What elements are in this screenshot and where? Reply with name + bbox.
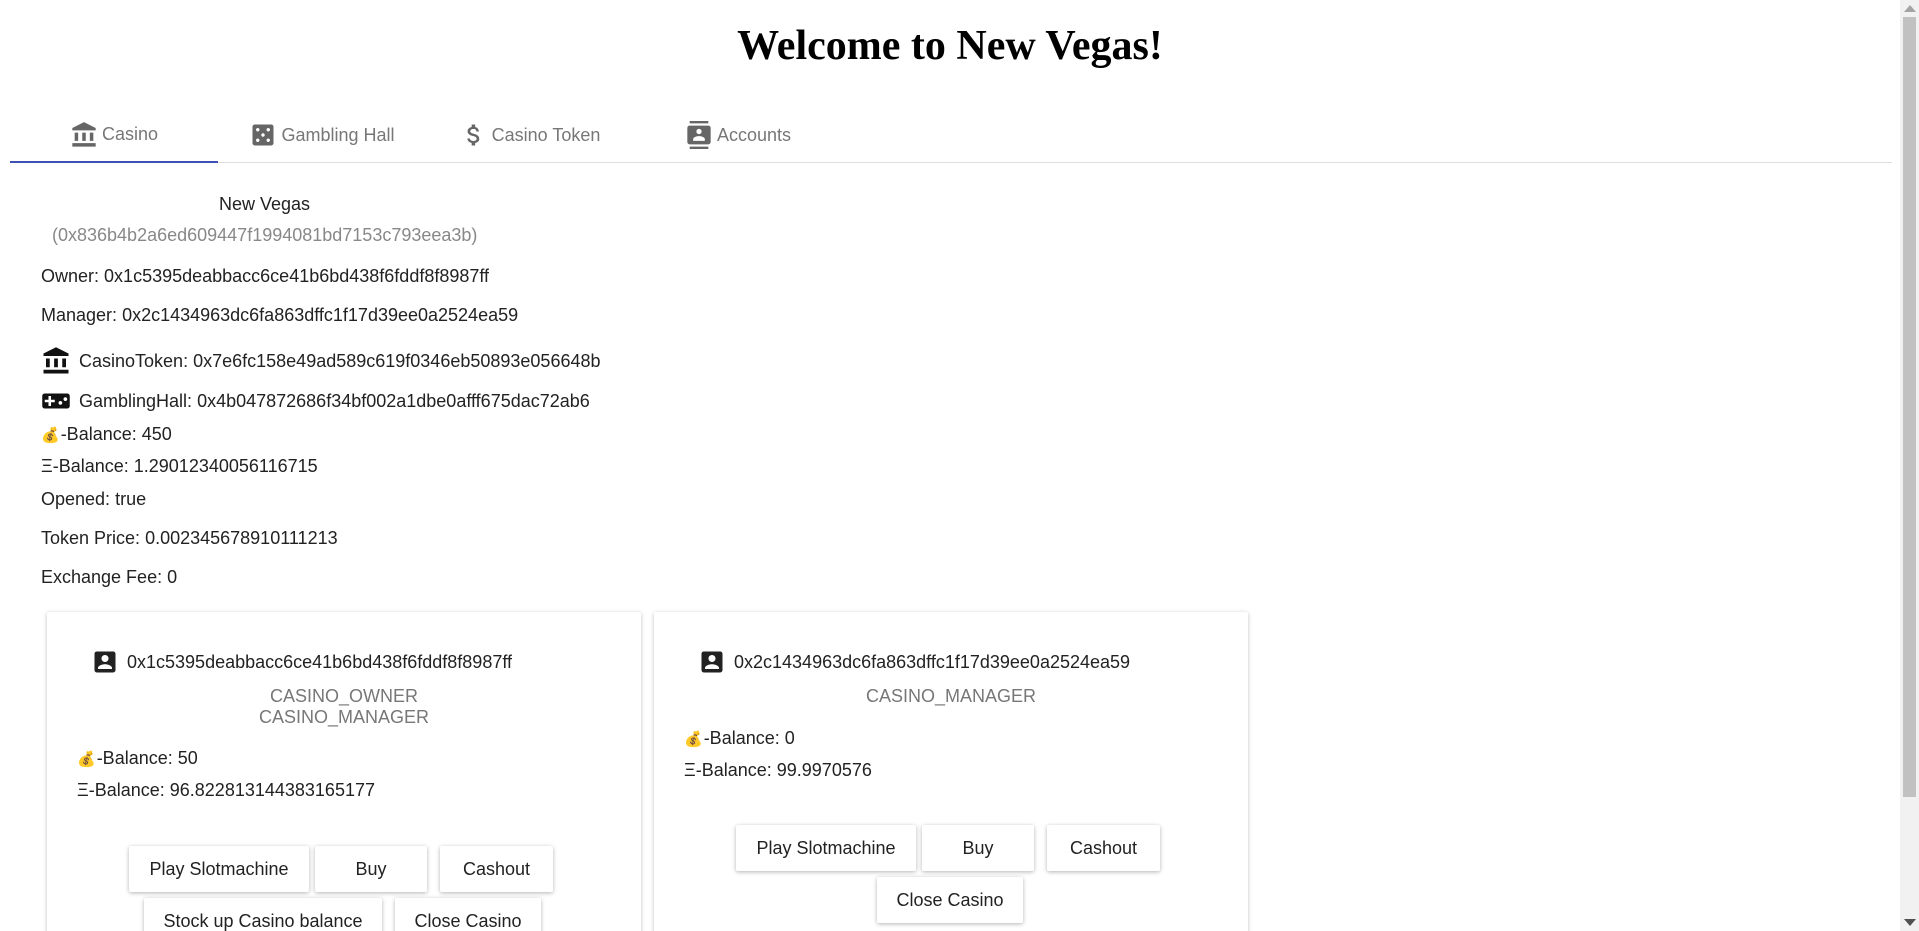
gamepad-icon — [42, 393, 70, 409]
eth-balance-value: 96.822813144383165177 — [169, 780, 375, 800]
account-token-balance: 💰-Balance: 0 — [684, 728, 795, 749]
bank-icon — [43, 347, 69, 374]
cashout-button[interactable]: Cashout — [1047, 825, 1160, 871]
tab-label: Gambling Hall — [281, 124, 395, 145]
casino-token-label: CasinoToken: — [79, 350, 189, 371]
exchange-fee-row: Exchange Fee: 0 — [41, 567, 177, 588]
casino-name: New Vegas — [219, 194, 311, 214]
casino-token-row: CasinoToken: 0x7e6fc158e49ad589c619f0346… — [41, 346, 601, 376]
account-card: 0x2c1434963dc6fa863dffc1f17d39ee0a2524ea… — [654, 612, 1248, 931]
exchange-fee-label: Exchange Fee: — [41, 567, 163, 587]
account-box-icon — [94, 651, 116, 673]
account-eth-balance: Ξ-Balance: 99.9970576 — [684, 760, 872, 781]
manager-label: Manager: — [41, 305, 118, 325]
money-bag-icon: 💰 — [77, 751, 96, 768]
account-address: 0x2c1434963dc6fa863dffc1f17d39ee0a2524ea… — [734, 651, 1131, 672]
token-balance-row: 💰 -Balance: 450 — [41, 424, 172, 445]
gambling-hall-label: GamblingHall: — [79, 390, 193, 411]
stock-up-casino-balance-button[interactable]: Stock up Casino balance — [144, 898, 382, 931]
bank-icon — [72, 121, 96, 147]
eth-balance-label: Ξ-Balance: — [41, 456, 129, 476]
scroll-thumb[interactable] — [1903, 17, 1916, 797]
account-roles: CASINO_OWNER CASINO_MANAGER — [47, 686, 641, 728]
manager-row: Manager: 0x2c1434963dc6fa863dffc1f17d39e… — [41, 305, 518, 326]
buy-button[interactable]: Buy — [315, 846, 427, 892]
opened-row: Opened: true — [41, 489, 146, 510]
token-price-row: Token Price: 0.002345678910111213 — [41, 528, 338, 549]
tab-casino[interactable]: Casino — [10, 108, 218, 163]
token-balance-value: 0 — [784, 728, 795, 748]
owner-label: Owner: — [41, 266, 100, 286]
eth-balance-label: Ξ-Balance: — [77, 780, 165, 800]
vertical-scrollbar[interactable] — [1900, 0, 1919, 931]
token-balance-value: 450 — [141, 424, 172, 444]
buy-button[interactable]: Buy — [922, 825, 1034, 871]
play-slotmachine-button[interactable]: Play Slotmachine — [129, 846, 309, 892]
opened-value: true — [115, 489, 147, 509]
close-casino-button[interactable]: Close Casino — [395, 898, 541, 931]
token-balance-label: -Balance: — [703, 728, 780, 748]
play-slotmachine-button[interactable]: Play Slotmachine — [736, 825, 916, 871]
dice-icon — [252, 124, 274, 146]
eth-balance-row: Ξ-Balance: 1.29012340056116715 — [41, 456, 318, 477]
owner-value: 0x1c5395deabbacc6ce41b6bd438f6fddf8f8987… — [104, 266, 490, 286]
casino-token-value: 0x7e6fc158e49ad589c619f0346eb50893e05664… — [193, 350, 601, 371]
scroll-up-arrow-icon[interactable] — [1904, 5, 1916, 12]
tab-gambling-hall[interactable]: Gambling Hall — [218, 108, 426, 162]
exchange-fee-value: 0 — [167, 567, 178, 587]
tab-label: Casino — [101, 124, 159, 144]
page-title: Welcome to New Vegas! — [737, 23, 1163, 69]
close-casino-button[interactable]: Close Casino — [877, 877, 1023, 923]
account-roles: CASINO_MANAGER — [654, 686, 1248, 707]
account-box-icon — [701, 651, 723, 673]
token-balance-label: -Balance: — [60, 424, 137, 444]
money-bag-icon: 💰 — [41, 426, 60, 444]
money-bag-icon: 💰 — [684, 731, 703, 748]
owner-row: Owner: 0x1c5395deabbacc6ce41b6bd438f6fdd… — [41, 266, 489, 287]
cashout-button[interactable]: Cashout — [440, 846, 553, 892]
page: Welcome to New Vegas! Casino Gambling Ha… — [0, 0, 1900, 931]
account-token-balance: 💰-Balance: 50 — [77, 748, 198, 769]
tab-bar: Casino Gambling Hall Casino Token Accoun… — [10, 108, 1892, 163]
casino-address: (0x836b4b2a6ed609447f1994081bd7153c793ee… — [52, 225, 478, 245]
eth-balance-value: 99.9970576 — [776, 760, 872, 780]
scroll-down-arrow-icon[interactable] — [1904, 919, 1916, 926]
account-header: 0x1c5395deabbacc6ce41b6bd438f6fddf8f8987… — [91, 648, 512, 676]
role-label: CASINO_MANAGER — [258, 707, 430, 727]
dollar-icon — [466, 124, 479, 146]
gambling-hall-row: GamblingHall: 0x4b047872686f34bf002a1dbe… — [41, 386, 590, 416]
account-card: 0x1c5395deabbacc6ce41b6bd438f6fddf8f8987… — [47, 612, 641, 931]
token-price-label: Token Price: — [41, 528, 141, 548]
eth-balance-label: Ξ-Balance: — [684, 760, 772, 780]
tab-accounts[interactable]: Accounts — [634, 108, 842, 162]
role-label: CASINO_OWNER — [269, 686, 419, 706]
token-balance-label: -Balance: — [96, 748, 173, 768]
account-address: 0x1c5395deabbacc6ce41b6bd438f6fddf8f8987… — [127, 651, 513, 672]
role-label: CASINO_MANAGER — [865, 686, 1037, 706]
token-price-value: 0.002345678910111213 — [145, 528, 338, 548]
tab-label: Accounts — [716, 124, 792, 145]
tab-casino-token[interactable]: Casino Token — [426, 108, 634, 162]
token-balance-value: 50 — [177, 748, 198, 768]
manager-value: 0x2c1434963dc6fa863dffc1f17d39ee0a2524ea… — [122, 305, 519, 325]
gambling-hall-value: 0x4b047872686f34bf002a1dbe0afff675dac72a… — [197, 390, 590, 411]
tab-label: Casino Token — [491, 124, 601, 145]
account-eth-balance: Ξ-Balance: 96.822813144383165177 — [77, 780, 375, 801]
contacts-icon — [687, 121, 711, 149]
opened-label: Opened: — [41, 489, 111, 509]
account-header: 0x2c1434963dc6fa863dffc1f17d39ee0a2524ea… — [698, 648, 1130, 676]
eth-balance-value: 1.29012340056116715 — [133, 456, 318, 476]
